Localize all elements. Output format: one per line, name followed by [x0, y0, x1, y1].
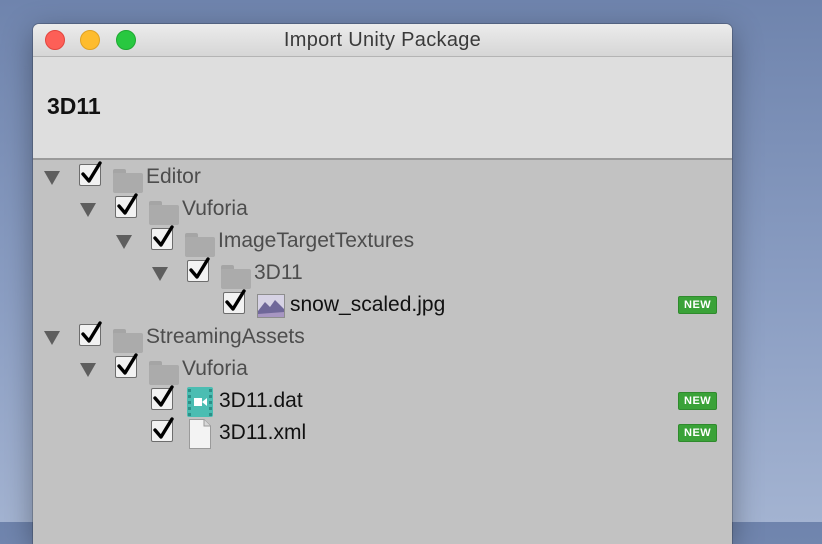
new-badge: NEW	[678, 392, 718, 410]
expand-arrow-icon[interactable]	[80, 363, 96, 377]
tree-row-editor-vuforia: Vuforia	[33, 192, 732, 225]
folder-icon	[149, 201, 179, 225]
asset-tree: Editor Vuforia ImageTargetTextures 3D11 …	[33, 160, 732, 544]
include-checkbox[interactable]	[115, 353, 138, 378]
new-badge: NEW	[678, 424, 718, 442]
tree-item-label: 3D11	[254, 261, 303, 284]
tree-row-editor: Editor	[33, 160, 732, 193]
include-checkbox[interactable]	[115, 193, 138, 218]
expand-arrow-icon[interactable]	[44, 331, 60, 345]
tree-item-label: Vuforia	[182, 357, 248, 380]
tree-row-3d11-xml: 3D11.xml NEW	[33, 416, 732, 449]
include-checkbox[interactable]	[151, 225, 174, 250]
checkmark-icon	[153, 225, 174, 247]
video-file-icon	[187, 387, 213, 417]
include-checkbox[interactable]	[151, 385, 174, 410]
include-checkbox[interactable]	[223, 289, 246, 314]
expand-arrow-icon[interactable]	[152, 267, 168, 281]
checkmark-icon	[81, 321, 102, 343]
tree-item-label: ImageTargetTextures	[218, 229, 415, 252]
checkmark-icon	[225, 289, 246, 311]
include-checkbox[interactable]	[151, 417, 174, 442]
folder-icon	[113, 169, 143, 193]
tree-item-label: 3D11.xml	[219, 421, 307, 444]
checkmark-icon	[117, 353, 138, 375]
folder-icon	[185, 233, 215, 257]
folder-icon	[149, 361, 179, 385]
import-package-window: Import Unity Package 3D11 Editor Vuforia	[33, 24, 732, 544]
include-checkbox[interactable]	[79, 321, 102, 346]
folder-icon	[113, 329, 143, 353]
expand-arrow-icon[interactable]	[80, 203, 96, 217]
tree-item-label: 3D11.dat	[219, 389, 303, 412]
package-header: 3D11	[33, 57, 732, 160]
expand-arrow-icon[interactable]	[44, 171, 60, 185]
tree-row-3d11-folder: 3D11	[33, 256, 732, 289]
tree-row-image-target-textures: ImageTargetTextures	[33, 224, 732, 257]
checkmark-icon	[153, 385, 174, 407]
new-badge: NEW	[678, 296, 718, 314]
title-bar[interactable]: Import Unity Package	[33, 24, 732, 57]
tree-item-label: Editor	[146, 165, 201, 188]
include-checkbox[interactable]	[79, 161, 102, 186]
tree-row-streaming-assets: StreamingAssets	[33, 320, 732, 353]
checkmark-icon	[81, 161, 102, 183]
tree-row-streaming-vuforia: Vuforia	[33, 352, 732, 385]
tree-row-3d11-dat: 3D11.dat NEW	[33, 384, 732, 417]
tree-item-label: StreamingAssets	[146, 325, 305, 348]
checkmark-icon	[153, 417, 174, 439]
checkmark-icon	[189, 257, 210, 279]
tree-row-snow-scaled: snow_scaled.jpg NEW	[33, 288, 732, 320]
expand-arrow-icon[interactable]	[116, 235, 132, 249]
window-title: Import Unity Package	[283, 29, 482, 51]
tree-item-label: snow_scaled.jpg	[290, 293, 446, 316]
checkmark-icon	[117, 193, 138, 215]
image-file-icon	[257, 294, 285, 318]
include-checkbox[interactable]	[187, 257, 210, 282]
package-name: 3D11	[47, 93, 101, 119]
tree-item-label: Vuforia	[182, 197, 248, 220]
document-file-icon	[189, 419, 211, 449]
folder-icon	[221, 265, 251, 289]
